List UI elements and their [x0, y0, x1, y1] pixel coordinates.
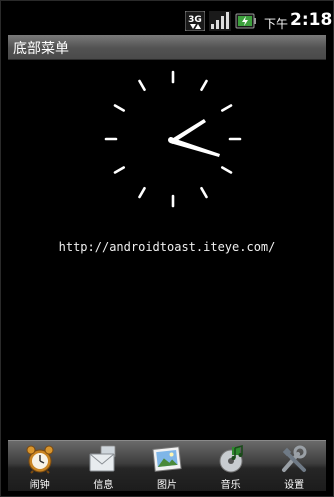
title-bar: 底部菜单: [8, 35, 326, 60]
status-time: 2:18: [290, 10, 333, 30]
tools-icon: [282, 445, 307, 472]
menu-item-messages[interactable]: 信息: [72, 441, 136, 491]
envelope-icon: [89, 445, 116, 472]
menu-item-music[interactable]: 音乐: [199, 441, 263, 491]
status-bar: 3G 下午 2:18: [8, 8, 332, 34]
page-title: 底部菜单: [13, 41, 69, 57]
menu-label-music: 音乐: [220, 480, 241, 491]
bottom-menu-bar: 闹钟 信息 图片 音乐 设置: [8, 440, 326, 491]
music-icon: [219, 444, 243, 473]
url-text: http://androidtoast.iteye.com/: [58, 240, 276, 254]
menu-item-settings[interactable]: 设置: [262, 441, 326, 491]
minute-hand: [170, 137, 220, 157]
menu-label-messages: 信息: [93, 480, 114, 491]
menu-label-settings: 设置: [284, 480, 305, 491]
main-content: http://androidtoast.iteye.com/: [8, 60, 326, 440]
3g-icon-label: 3G: [188, 15, 202, 25]
menu-item-pictures[interactable]: 图片: [135, 441, 199, 491]
status-ampm: 下午: [264, 17, 289, 31]
menu-item-alarm[interactable]: 闹钟: [8, 441, 72, 491]
analog-clock-icon: [104, 70, 242, 208]
signal-icon: [209, 11, 231, 31]
menu-label-pictures: 图片: [156, 480, 177, 491]
battery-charging-icon: [235, 13, 256, 29]
3g-icon: 3G: [185, 11, 205, 31]
alarm-clock-icon: [26, 445, 54, 474]
menu-label-alarm: 闹钟: [29, 480, 50, 491]
picture-icon: [152, 446, 182, 472]
